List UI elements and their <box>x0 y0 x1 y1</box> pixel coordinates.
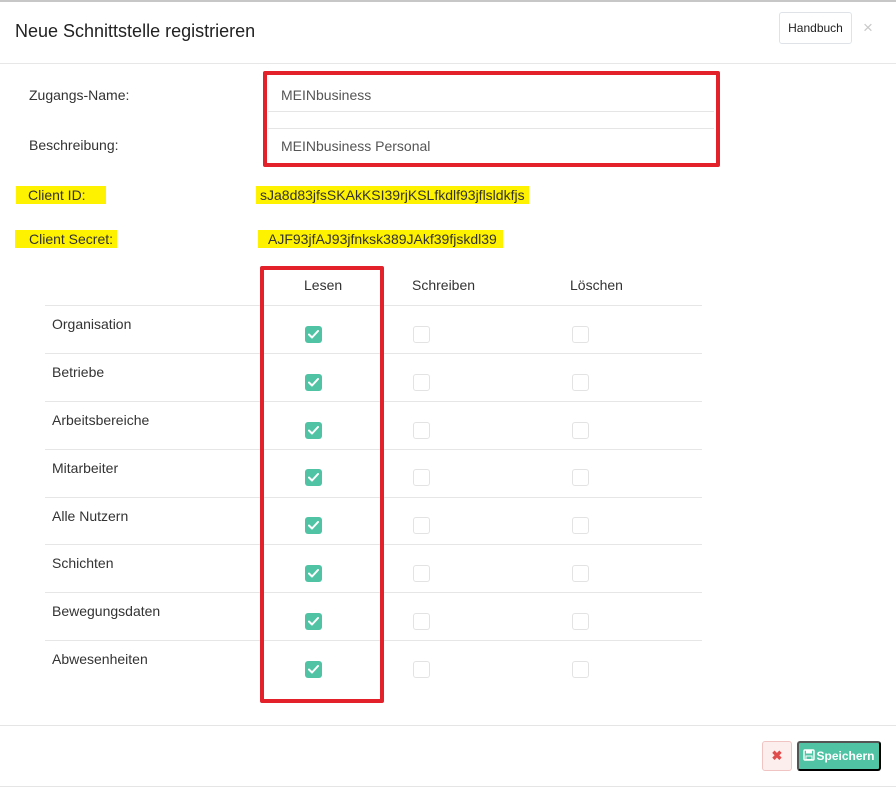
close-icon[interactable]: × <box>863 18 873 38</box>
delete-checkbox-schichten[interactable] <box>572 565 589 582</box>
column-header-write: Schreiben <box>412 277 476 293</box>
cancel-button[interactable]: ✖ <box>762 741 792 771</box>
row-label-betriebe: Betriebe <box>52 364 105 380</box>
client-id-label: Client ID: <box>16 186 106 204</box>
save-label: Speichern <box>816 749 875 763</box>
row-label-mitarbeiter: Mitarbeiter <box>52 460 119 476</box>
row-label-schichten: Schichten <box>52 555 114 571</box>
delete-checkbox-bewegungsdaten[interactable] <box>572 613 589 630</box>
manual-button[interactable]: Handbuch <box>779 12 852 44</box>
write-checkbox-mitarbeiter[interactable] <box>413 469 430 486</box>
row-label-abwesenheiten: Abwesenheiten <box>52 651 148 667</box>
window-top-border <box>0 0 896 2</box>
close-icon: ✖ <box>771 748 783 763</box>
row-label-arbeitsbereiche: Arbeitsbereiche <box>52 412 150 428</box>
client-secret-label: Client Secret: <box>15 230 118 248</box>
row-label-organisation: Organisation <box>52 316 132 332</box>
modal-title: Neue Schnittstelle registrieren <box>15 21 256 41</box>
annotation-box-fields <box>263 71 720 167</box>
annotation-box-read-column <box>260 266 384 703</box>
write-checkbox-alle-nutzern[interactable] <box>413 517 430 534</box>
delete-checkbox-abwesenheiten[interactable] <box>572 661 589 678</box>
delete-checkbox-alle-nutzern[interactable] <box>572 517 589 534</box>
delete-checkbox-arbeitsbereiche[interactable] <box>572 422 589 439</box>
write-checkbox-betriebe[interactable] <box>413 374 430 391</box>
save-button[interactable]: Speichern <box>797 741 881 771</box>
row-label-bewegungsdaten: Bewegungsdaten <box>52 603 161 619</box>
write-checkbox-bewegungsdaten[interactable] <box>413 613 430 630</box>
delete-checkbox-betriebe[interactable] <box>572 374 589 391</box>
write-checkbox-abwesenheiten[interactable] <box>413 661 430 678</box>
save-icon <box>803 748 816 764</box>
client-id-value: sJa8d83jfsSKAkKSI39rjKSLfkdlf93jflsldkfj… <box>256 186 529 204</box>
write-checkbox-organisation[interactable] <box>413 326 430 343</box>
access-name-label: Zugangs-Name: <box>29 87 130 103</box>
row-label-alle-nutzern: Alle Nutzern <box>52 508 129 524</box>
write-checkbox-schichten[interactable] <box>413 565 430 582</box>
header-divider <box>0 63 896 64</box>
delete-checkbox-organisation[interactable] <box>572 326 589 343</box>
column-header-delete: Löschen <box>570 277 623 293</box>
client-secret-value: AJF93jfAJ93jfnksk389JAkf39fjskdl39 <box>258 230 503 248</box>
write-checkbox-arbeitsbereiche[interactable] <box>413 422 430 439</box>
delete-checkbox-mitarbeiter[interactable] <box>572 469 589 486</box>
footer-divider <box>0 725 896 726</box>
description-label: Beschreibung: <box>29 137 119 153</box>
